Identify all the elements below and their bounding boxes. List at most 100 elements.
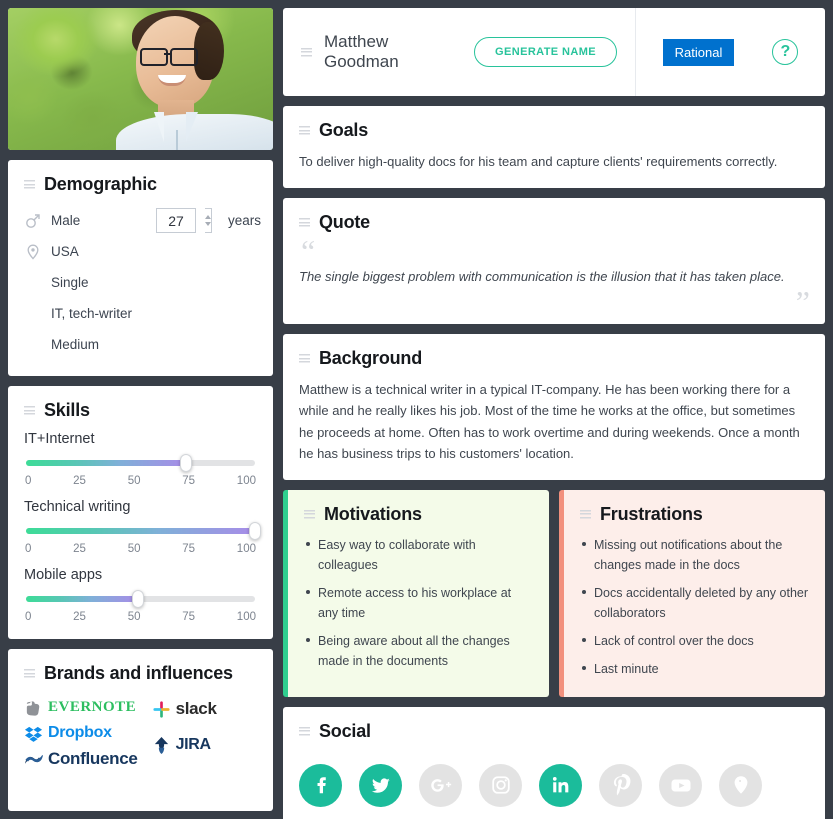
instagram-icon[interactable] — [479, 763, 522, 807]
skill-label: IT+Internet — [24, 431, 95, 447]
drag-handle-icon[interactable] — [299, 218, 310, 228]
background-title: Background — [319, 348, 423, 369]
quote-title: Quote — [319, 212, 370, 233]
demographic-gender-row: Male years — [24, 205, 261, 236]
tick-label: 25 — [73, 611, 86, 623]
confluence-icon — [24, 754, 43, 764]
income-value: Medium — [51, 337, 100, 352]
marital-status-value: Single — [51, 275, 89, 290]
drag-handle-icon[interactable] — [299, 726, 310, 736]
periscope-icon[interactable] — [719, 763, 762, 807]
help-icon[interactable]: ? — [772, 39, 799, 65]
gender-value: Male — [51, 213, 81, 228]
linkedin-icon[interactable] — [539, 763, 582, 807]
list-item: Being aware about all the changes made i… — [304, 631, 533, 671]
tick-label: 75 — [182, 611, 196, 623]
demographic-occupation-row: IT, tech-writer — [24, 298, 257, 329]
social-icon-row — [299, 763, 809, 807]
social-title: Social — [319, 720, 371, 741]
google-plus-icon[interactable] — [419, 763, 462, 807]
brand-logo-grid: EVERNOTE Dropbox Confluence slack JIRA — [24, 694, 257, 770]
drag-handle-icon[interactable] — [580, 509, 591, 519]
background-card: Background Matthew is a technical writer… — [283, 334, 825, 480]
skill-label: Technical writing — [24, 499, 131, 515]
tick-label: 100 — [236, 475, 256, 487]
demographic-card: Demographic Male years USA — [8, 160, 273, 376]
brand-column-1: EVERNOTE Dropbox Confluence — [24, 696, 138, 770]
goals-title-row: Goals — [299, 120, 809, 141]
demographic-title-row: Demographic — [24, 174, 257, 195]
goals-card: Goals To deliver high-quality docs for h… — [283, 106, 825, 189]
persona-header-card: Matthew Goodman GENERATE NAME Rational ? — [283, 8, 825, 96]
drag-handle-icon[interactable] — [304, 509, 315, 519]
brand-evernote[interactable]: EVERNOTE — [24, 696, 138, 718]
slider-ticks: 0 25 50 75 100 — [24, 611, 257, 623]
skill-item: IT+Internet 0 25 50 75 100 — [24, 431, 257, 487]
tick-label: 100 — [236, 543, 256, 555]
brands-title-row: Brands and influences — [24, 663, 257, 684]
dropbox-icon — [24, 726, 43, 742]
brand-confluence[interactable]: Confluence — [24, 748, 138, 770]
motivations-card: Motivations Easy way to collaborate with… — [283, 489, 549, 697]
photo-collar-left — [154, 112, 164, 142]
twitter-icon[interactable] — [359, 763, 402, 807]
left-column: Demographic Male years USA — [8, 8, 273, 811]
photo-collar-right — [186, 112, 198, 142]
motivations-frustrations-row: Motivations Easy way to collaborate with… — [283, 489, 825, 697]
skills-card: Skills IT+Internet 0 25 50 75 100 Techni… — [8, 386, 273, 639]
brand-label: JIRA — [175, 736, 212, 753]
slider-fill — [26, 460, 187, 466]
drag-handle-icon[interactable] — [24, 669, 35, 678]
youtube-icon[interactable] — [659, 763, 702, 807]
age-input[interactable] — [156, 208, 196, 233]
persona-avatar-photo — [8, 8, 273, 150]
skill-item: Mobile apps 0 25 50 75 100 — [24, 567, 257, 623]
stepper-down-icon[interactable] — [205, 222, 211, 226]
brands-title: Brands and influences — [44, 663, 233, 683]
quote-close-mark: ” — [795, 283, 810, 320]
tick-label: 75 — [182, 543, 196, 555]
quote-text: The single biggest problem with communic… — [299, 268, 785, 284]
list-item: Missing out notifications about the chan… — [580, 535, 809, 575]
pinterest-icon[interactable] — [599, 763, 642, 807]
slider-thumb[interactable] — [132, 590, 145, 608]
generate-name-button[interactable]: GENERATE NAME — [474, 37, 617, 67]
persona-photo-card — [8, 8, 273, 150]
brand-label: EVERNOTE — [48, 698, 137, 715]
age-stepper[interactable] — [205, 208, 212, 233]
skill-slider[interactable] — [26, 454, 255, 472]
list-item: Lack of control over the docs — [580, 631, 809, 651]
brand-dropbox[interactable]: Dropbox — [24, 722, 138, 744]
facebook-icon[interactable] — [299, 763, 342, 807]
brand-column-2: slack JIRA — [152, 696, 217, 770]
frustrations-list: Missing out notifications about the chan… — [580, 535, 809, 679]
tick-label: 100 — [236, 611, 256, 623]
persona-type-area: Rational ? — [635, 8, 825, 96]
drag-handle-icon[interactable] — [24, 406, 35, 415]
quote-card: Quote “ The single biggest problem with … — [283, 198, 825, 325]
tick-label: 75 — [182, 475, 196, 487]
list-item: Easy way to collaborate with colleagues — [304, 535, 533, 575]
drag-handle-icon[interactable] — [24, 180, 35, 189]
slider-thumb[interactable] — [249, 522, 261, 540]
drag-handle-icon[interactable] — [301, 47, 312, 57]
stepper-up-icon[interactable] — [205, 215, 211, 219]
frustrations-title: Frustrations — [600, 503, 703, 524]
drag-handle-icon[interactable] — [299, 354, 310, 364]
motivations-title: Motivations — [324, 503, 422, 524]
age-unit-label: years — [228, 213, 262, 228]
brand-slack[interactable]: slack — [152, 698, 217, 720]
drag-handle-icon[interactable] — [299, 126, 310, 135]
map-pin-icon — [24, 244, 42, 260]
occupation-value: IT, tech-writer — [51, 306, 133, 321]
jira-icon — [154, 736, 168, 754]
slider-fill — [26, 596, 139, 602]
skill-slider[interactable] — [26, 522, 261, 540]
personality-type-badge[interactable]: Rational — [662, 38, 735, 66]
slider-thumb[interactable] — [180, 454, 193, 472]
evernote-icon — [26, 700, 40, 716]
skill-slider[interactable] — [26, 590, 255, 608]
tick-label: 0 — [25, 543, 32, 555]
brand-jira[interactable]: JIRA — [152, 734, 217, 756]
brand-label: Dropbox — [48, 724, 112, 741]
